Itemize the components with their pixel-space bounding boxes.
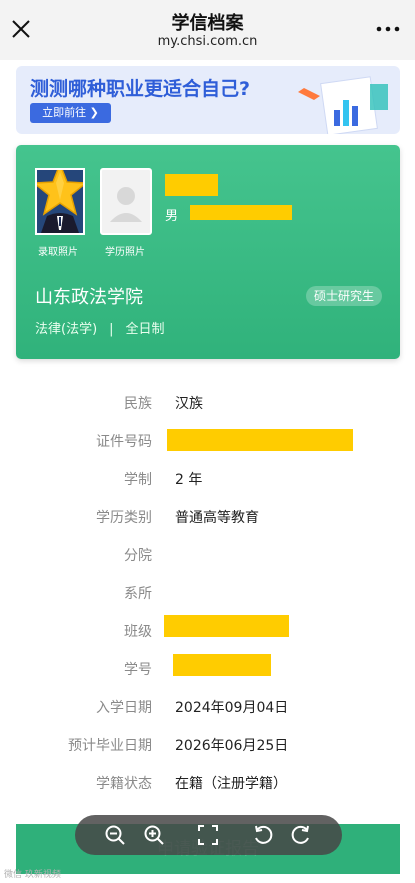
rotate-left-icon[interactable] [252,824,274,846]
detail-row-branch: 分院 [0,545,415,569]
detail-label: 入学日期 [96,700,152,716]
detail-value: 2024年09月04日 [175,700,289,716]
detail-label: 学制 [124,472,152,488]
gender-value: 男 [165,209,179,224]
top-bar: 学信档案 my.chsi.com.cn [0,0,415,60]
banner-headline: 测测哪种职业更适合自己? [30,78,251,100]
detail-value: 普通高等教育 [175,510,259,526]
detail-label: 学籍状态 [96,776,152,792]
report-chart-illustration [298,76,388,134]
school-name: 山东政法学院 [35,287,143,308]
detail-label: 学号 [124,662,152,678]
page-url: my.chsi.com.cn [157,34,258,49]
detail-row-class: 班级 [0,615,415,645]
detail-row-enrollment-date: 入学日期 2024年09月04日 [0,697,415,721]
career-banner[interactable]: 测测哪种职业更适合自己? 立即前往 ❯ [16,66,400,134]
banner-go-button[interactable]: 立即前往 ❯ [30,103,111,123]
image-viewer-toolbar [75,815,342,855]
detail-value: 2026年06月25日 [175,738,289,754]
degree-level-badge: 硕士研究生 [305,286,382,306]
detail-label: 学历类别 [96,510,152,526]
detail-label: 班级 [124,624,152,640]
detail-row-education-type: 学历类别 普通高等教育 [0,507,415,531]
more-icon[interactable] [375,18,401,40]
detail-label: 证件号码 [96,434,152,450]
name-redaction [165,174,218,196]
major-line: 法律(法学) | 全日制 [35,318,165,337]
detail-row-department: 系所 [0,583,415,607]
fullscreen-icon[interactable] [197,824,219,846]
degree-photo[interactable] [100,168,152,235]
degree-photo-label: 学历照片 [105,247,145,258]
major-separator: | [109,322,114,337]
detail-row-enrollment-status: 学籍状态 在籍（注册学籍） [0,773,415,797]
major-value: 法律(法学) [35,322,98,337]
detail-row-student-id: 学号 [0,654,415,683]
admission-photo[interactable] [35,168,85,235]
id-number-redaction [167,429,353,451]
zoom-in-icon[interactable] [143,824,165,846]
study-mode-value: 全日制 [125,322,165,337]
rotate-right-icon[interactable] [290,824,312,846]
student-info-card: 录取照片 学历照片 男 山东政法学院 硕士研究生 法律(法学) | 全日制 [16,145,400,359]
zoom-out-icon[interactable] [104,824,126,846]
detail-row-graduation-date: 预计毕业日期 2026年06月25日 [0,735,415,759]
star-sticker-icon [37,170,83,216]
detail-value: 2 年 [175,472,203,488]
detail-label: 民族 [124,396,152,412]
detail-value: 在籍（注册学籍） [175,776,287,792]
detail-row-ethnicity: 民族 汉族 [0,393,415,417]
avatar-placeholder-icon [110,187,142,222]
admission-photo-label: 录取照片 [38,247,78,258]
detail-label: 系所 [124,586,152,602]
detail-label: 预计毕业日期 [68,738,152,754]
student-id-redaction [173,654,271,676]
class-redaction [164,615,289,637]
detail-label: 分院 [124,548,152,564]
detail-value: 汉族 [175,396,203,412]
banner-go-label: 立即前往 [42,106,87,119]
birthdate-redaction [190,205,292,220]
watermark: 微信 玖新视频 [4,870,61,880]
detail-row-duration: 学制 2 年 [0,469,415,493]
page-title: 学信档案 [171,13,244,34]
detail-row-id-number: 证件号码 [0,429,415,455]
